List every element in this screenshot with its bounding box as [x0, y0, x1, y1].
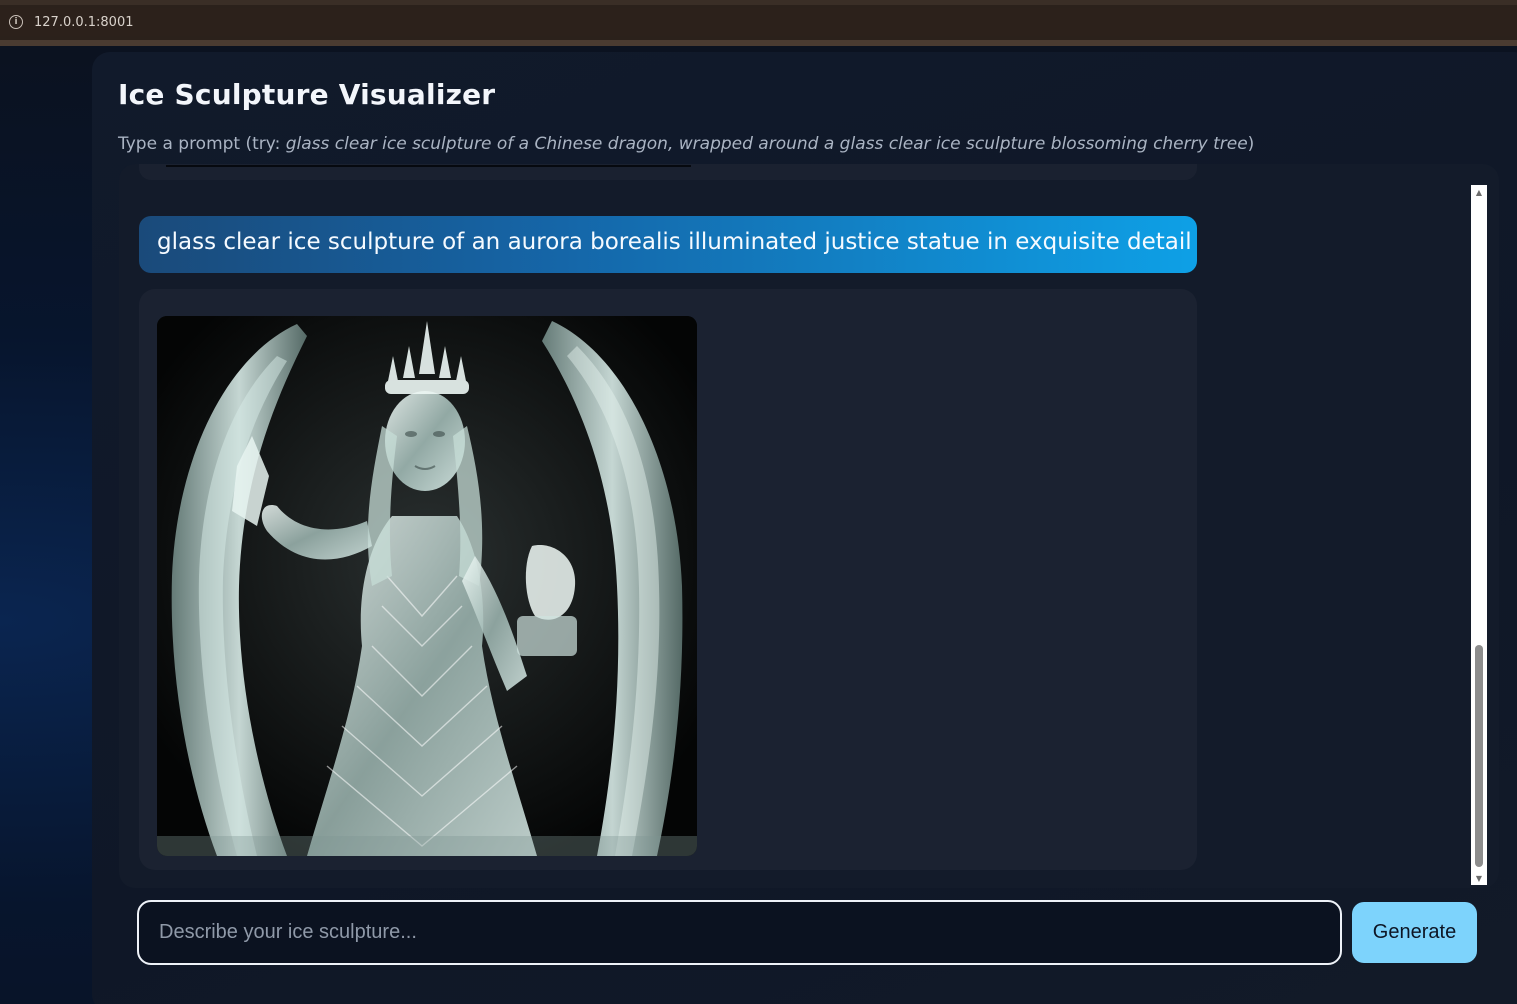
scroll-thumb[interactable]	[1475, 645, 1483, 867]
ice-sculpture-illustration	[157, 316, 697, 856]
generate-button[interactable]: Generate	[1352, 902, 1477, 963]
address-bar[interactable]: i 127.0.0.1:8001	[0, 8, 1517, 36]
page-title: Ice Sculpture Visualizer	[118, 78, 496, 111]
chat-history[interactable]: glass clear ice sculpture of an aurora b…	[119, 164, 1499, 888]
info-icon[interactable]: i	[9, 15, 23, 29]
previous-image-edge	[166, 165, 691, 167]
prompt-input[interactable]	[137, 900, 1342, 965]
user-message: glass clear ice sculpture of an aurora b…	[139, 216, 1197, 273]
hint-prefix: Type a prompt (try:	[118, 134, 286, 154]
hint-suffix: )	[1247, 134, 1255, 154]
previous-message	[139, 164, 1197, 180]
assistant-message	[139, 289, 1197, 870]
scroll-down-arrow-icon[interactable]: ▼	[1471, 871, 1487, 885]
browser-toolbar: i 127.0.0.1:8001	[0, 0, 1517, 46]
hint-example: glass clear ice sculpture of a Chinese d…	[285, 134, 1248, 154]
prompt-hint: Type a prompt (try: glass clear ice scul…	[118, 134, 1254, 154]
generated-ice-sculpture-image[interactable]	[157, 316, 697, 856]
address-url: 127.0.0.1:8001	[34, 14, 134, 30]
app-container: Ice Sculpture Visualizer Type a prompt (…	[92, 52, 1517, 1004]
chat-scrollbar[interactable]: ▲ ▼	[1471, 185, 1487, 885]
scroll-up-arrow-icon[interactable]: ▲	[1471, 185, 1487, 199]
page-background: Ice Sculpture Visualizer Type a prompt (…	[0, 46, 1517, 1004]
